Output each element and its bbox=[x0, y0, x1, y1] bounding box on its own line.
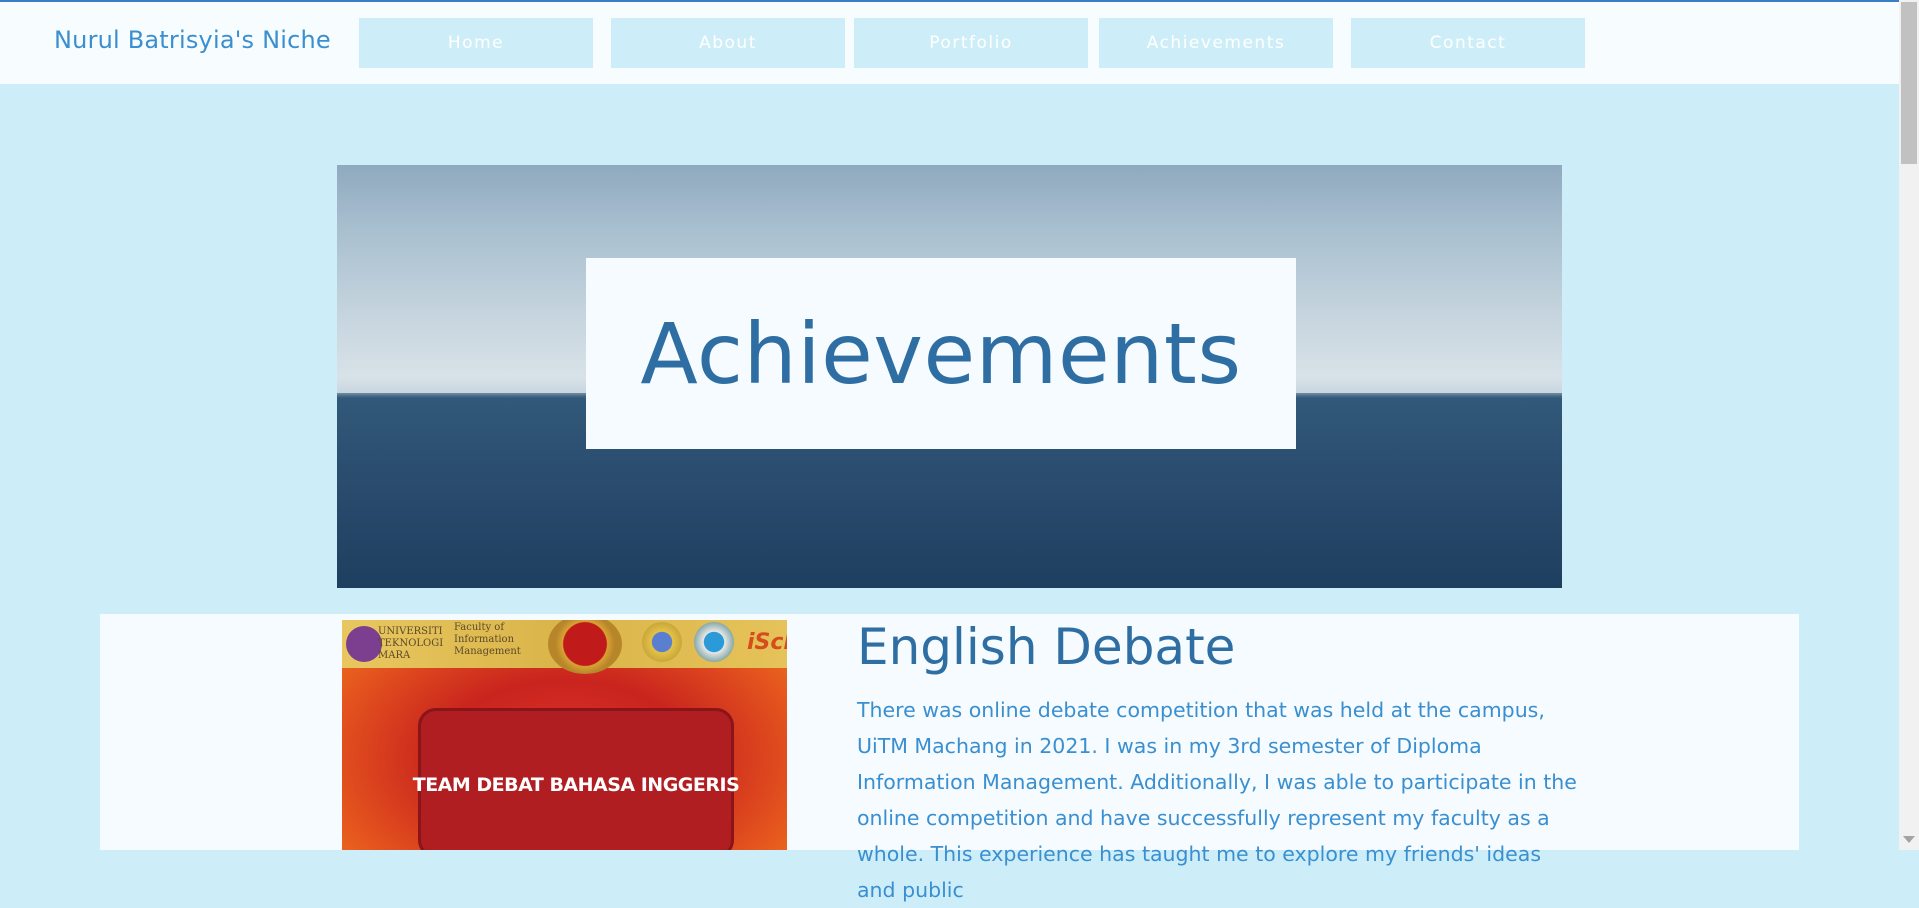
nav-about-button[interactable]: About bbox=[611, 18, 845, 68]
scrollbar-thumb[interactable] bbox=[1901, 2, 1917, 164]
seal-emblem bbox=[642, 622, 682, 662]
club-emblem bbox=[694, 622, 734, 662]
hero-banner: Achievements bbox=[337, 165, 1562, 588]
hero-title-panel: Achievements bbox=[586, 258, 1296, 449]
nav-portfolio-button[interactable]: Portfolio bbox=[854, 18, 1088, 68]
site-title[interactable]: Nurul Batrisyia's Niche bbox=[54, 26, 331, 54]
medal-emblem bbox=[548, 620, 622, 674]
team-plaque: TEAM DEBAT BAHASA INGGERIS bbox=[413, 708, 740, 850]
isch-logo: iSch bbox=[747, 630, 787, 655]
plaque-text: TEAM DEBAT BAHASA INGGERIS bbox=[412, 774, 740, 796]
section-body-text: There was online debate competition that… bbox=[857, 698, 1577, 902]
scroll-down-arrow-icon[interactable] bbox=[1903, 836, 1915, 843]
nav-home-button[interactable]: Home bbox=[359, 18, 593, 68]
debate-team-image: UNIVERSITI TEKNOLOGI MARA Faculty of Inf… bbox=[342, 620, 787, 850]
university-name-text: UNIVERSITI TEKNOLOGI MARA bbox=[378, 626, 444, 661]
page-title: Achievements bbox=[640, 304, 1242, 403]
section-heading: English Debate bbox=[857, 618, 1236, 676]
site-header: Nurul Batrisyia's Niche Home About Portf… bbox=[0, 2, 1899, 84]
nav-achievements-button[interactable]: Achievements bbox=[1099, 18, 1333, 68]
nav-contact-button[interactable]: Contact bbox=[1351, 18, 1585, 68]
faculty-name-text: Faculty of Information Management bbox=[454, 622, 521, 657]
university-logo bbox=[346, 626, 382, 662]
image-logo-banner: UNIVERSITI TEKNOLOGI MARA Faculty of Inf… bbox=[342, 620, 787, 674]
